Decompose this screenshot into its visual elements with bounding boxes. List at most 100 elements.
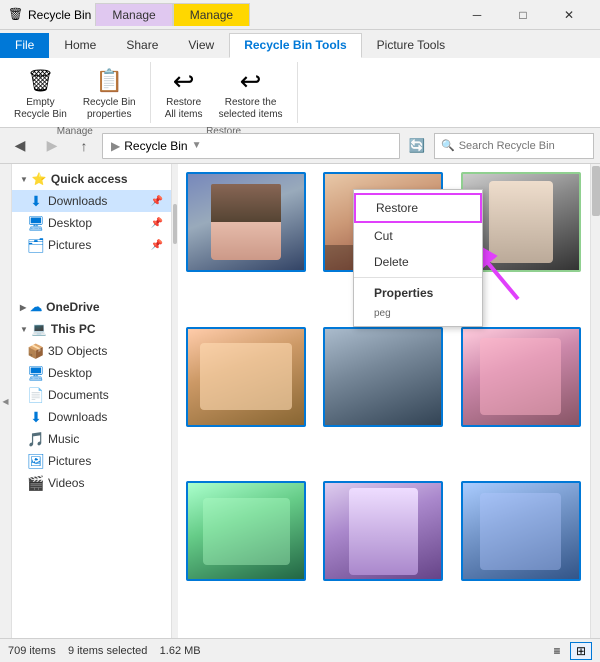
- this-pc-label: This PC: [51, 322, 96, 336]
- sidebar: ▼ ⭐ Quick access ⬇ Downloads 📌 🖥 Desktop…: [12, 164, 172, 638]
- thumb-t8[interactable]: [323, 481, 443, 581]
- sidebar-item-documents[interactable]: 📄 Documents: [12, 384, 171, 406]
- search-input[interactable]: [459, 140, 587, 152]
- context-menu-delete[interactable]: Delete: [354, 249, 482, 275]
- sidebar-item-3dobjects[interactable]: 📦 3D Objects: [12, 340, 171, 362]
- ribbon-group-restore: ↩ RestoreAll items ↩ Restore theselected…: [151, 62, 298, 123]
- close-button[interactable]: ✕: [546, 0, 592, 30]
- sidebar-header-onedrive[interactable]: ▶ ☁ OneDrive: [12, 296, 171, 318]
- sidebar-header-quick-access[interactable]: ▼ ⭐ Quick access: [12, 168, 171, 190]
- empty-recycle-bin-button[interactable]: 🗑 EmptyRecycle Bin: [8, 62, 73, 124]
- restore-selected-label: Restore theselected items: [219, 97, 283, 121]
- thumb-t5[interactable]: [323, 327, 443, 427]
- sidebar-item-pictures-pc[interactable]: 🖼 Pictures: [12, 450, 171, 472]
- quick-access-label: Quick access: [51, 172, 128, 186]
- sidebar-item-videos[interactable]: 🎬 Videos: [12, 472, 171, 494]
- restore-selected-icon: ↩: [235, 65, 267, 97]
- desktop-qa-label: Desktop: [48, 216, 147, 230]
- sidebar-item-pictures-qa[interactable]: 🗂 Pictures 📌: [12, 234, 171, 256]
- status-item-count: 709 items 9 items selected 1.62 MB: [8, 645, 201, 657]
- thumb-t9[interactable]: [461, 481, 581, 581]
- recycle-bin-properties-button[interactable]: 📋 Recycle Binproperties: [77, 62, 142, 124]
- list-view-button[interactable]: ≡: [546, 642, 568, 660]
- thumb-t6[interactable]: [461, 327, 581, 427]
- thumb-t4[interactable]: [186, 327, 306, 427]
- sidebar-item-desktop-qa[interactable]: 🖥 Desktop 📌: [12, 212, 171, 234]
- 3dobjects-label: 3D Objects: [48, 344, 163, 358]
- main-area: ◀ ▼ ⭐ Quick access ⬇ Downloads 📌 🖥 Deskt…: [0, 164, 600, 638]
- address-path[interactable]: ▶ Recycle Bin ▼: [102, 133, 400, 159]
- pictures-pc-label: Pictures: [48, 454, 163, 468]
- onedrive-icon: ☁: [30, 300, 42, 314]
- videos-label: Videos: [48, 476, 163, 490]
- sidebar-header-this-pc[interactable]: ▼ 💻 This PC: [12, 318, 171, 340]
- desktop-qa-icon: 🖥: [28, 215, 44, 231]
- tab-home[interactable]: Home: [49, 33, 111, 58]
- status-view-controls: ≡ ⊞: [546, 642, 592, 660]
- ribbon: 🗑 EmptyRecycle Bin 📋 Recycle Binproperti…: [0, 58, 600, 128]
- pictures-qa-pin: 📌: [151, 240, 163, 251]
- content-scrollbar-thumb[interactable]: [592, 166, 600, 216]
- sidebar-item-downloads-qa[interactable]: ⬇ Downloads 📌: [12, 190, 171, 212]
- this-pc-expand-icon: ▼: [20, 325, 28, 334]
- downloads-pc-icon: ⬇: [28, 409, 44, 425]
- status-selected: 9 items selected: [68, 645, 147, 657]
- tab-share[interactable]: Share: [111, 33, 173, 58]
- music-icon: 🎵: [28, 431, 44, 447]
- documents-label: Documents: [48, 388, 163, 402]
- sidebar-item-music[interactable]: 🎵 Music: [12, 428, 171, 450]
- documents-icon: 📄: [28, 387, 44, 403]
- restore-selected-button[interactable]: ↩ Restore theselected items: [213, 62, 289, 124]
- sidebar-scrollbar-thumb[interactable]: [173, 204, 177, 244]
- pictures-pc-icon: 🖼: [28, 453, 44, 469]
- downloads-qa-pin: 📌: [151, 196, 163, 207]
- sidebar-collapse[interactable]: ◀: [0, 164, 12, 638]
- status-bar: 709 items 9 items selected 1.62 MB ≡ ⊞: [0, 638, 600, 662]
- tab-picture-tools[interactable]: Picture Tools: [362, 33, 460, 58]
- back-button[interactable]: ◀: [6, 132, 34, 160]
- context-menu-cut[interactable]: Cut: [354, 223, 482, 249]
- content-scrollbar[interactable]: [590, 164, 600, 638]
- ribbon-tab-row: File Home Share View Recycle Bin Tools P…: [0, 30, 600, 58]
- tab-recycle-bin-tools[interactable]: Recycle Bin Tools: [229, 33, 361, 58]
- forward-button[interactable]: ▶: [38, 132, 66, 160]
- videos-icon: 🎬: [28, 475, 44, 491]
- context-menu-properties[interactable]: Properties: [354, 280, 482, 306]
- grid-view-button[interactable]: ⊞: [570, 642, 592, 660]
- downloads-qa-icon: ⬇: [28, 193, 44, 209]
- sidebar-item-downloads-pc[interactable]: ⬇ Downloads: [12, 406, 171, 428]
- 3dobjects-icon: 📦: [28, 343, 44, 359]
- recycle-bin-properties-label: Recycle Binproperties: [83, 97, 136, 121]
- context-menu: Restore Cut Delete Properties peg: [353, 189, 483, 327]
- title-bar: 🗑 Recycle Bin Manage Manage ─ □ ✕: [0, 0, 600, 30]
- tab-manage2[interactable]: Manage: [173, 3, 250, 26]
- up-button[interactable]: ↑: [70, 132, 98, 160]
- tab-manage1[interactable]: Manage: [95, 3, 172, 26]
- breadcrumb-dropdown[interactable]: ▼: [192, 140, 202, 151]
- restore-all-button[interactable]: ↩ RestoreAll items: [159, 62, 209, 124]
- ribbon-manage-items: 🗑 EmptyRecycle Bin 📋 Recycle Binproperti…: [8, 62, 142, 124]
- ribbon-restore-items: ↩ RestoreAll items ↩ Restore theselected…: [159, 62, 289, 124]
- pictures-qa-label: Pictures: [48, 238, 147, 252]
- recycle-bin-properties-icon: 📋: [93, 65, 125, 97]
- search-box: 🔍: [434, 133, 594, 159]
- desktop-qa-pin: 📌: [151, 218, 163, 229]
- refresh-button[interactable]: 🔄: [404, 133, 430, 159]
- sidebar-item-desktop-pc[interactable]: 🖥 Desktop: [12, 362, 171, 384]
- thumb-t1[interactable]: [186, 172, 306, 272]
- tab-file[interactable]: File: [0, 33, 49, 58]
- maximize-button[interactable]: □: [500, 0, 546, 30]
- recycle-bin-icon: 🗑: [8, 7, 24, 23]
- address-bar: ◀ ▶ ↑ ▶ Recycle Bin ▼ 🔄 🔍: [0, 128, 600, 164]
- thumb-t7[interactable]: [186, 481, 306, 581]
- context-menu-restore[interactable]: Restore: [354, 193, 482, 223]
- onedrive-label: OneDrive: [46, 300, 99, 314]
- downloads-qa-label: Downloads: [48, 194, 147, 208]
- status-size: 1.62 MB: [160, 645, 201, 657]
- title-bar-controls: ─ □ ✕: [454, 0, 592, 30]
- tab-view[interactable]: View: [173, 33, 229, 58]
- context-menu-file-label: peg: [354, 306, 482, 323]
- search-icon: 🔍: [441, 139, 455, 152]
- minimize-button[interactable]: ─: [454, 0, 500, 30]
- restore-all-label: RestoreAll items: [165, 97, 203, 121]
